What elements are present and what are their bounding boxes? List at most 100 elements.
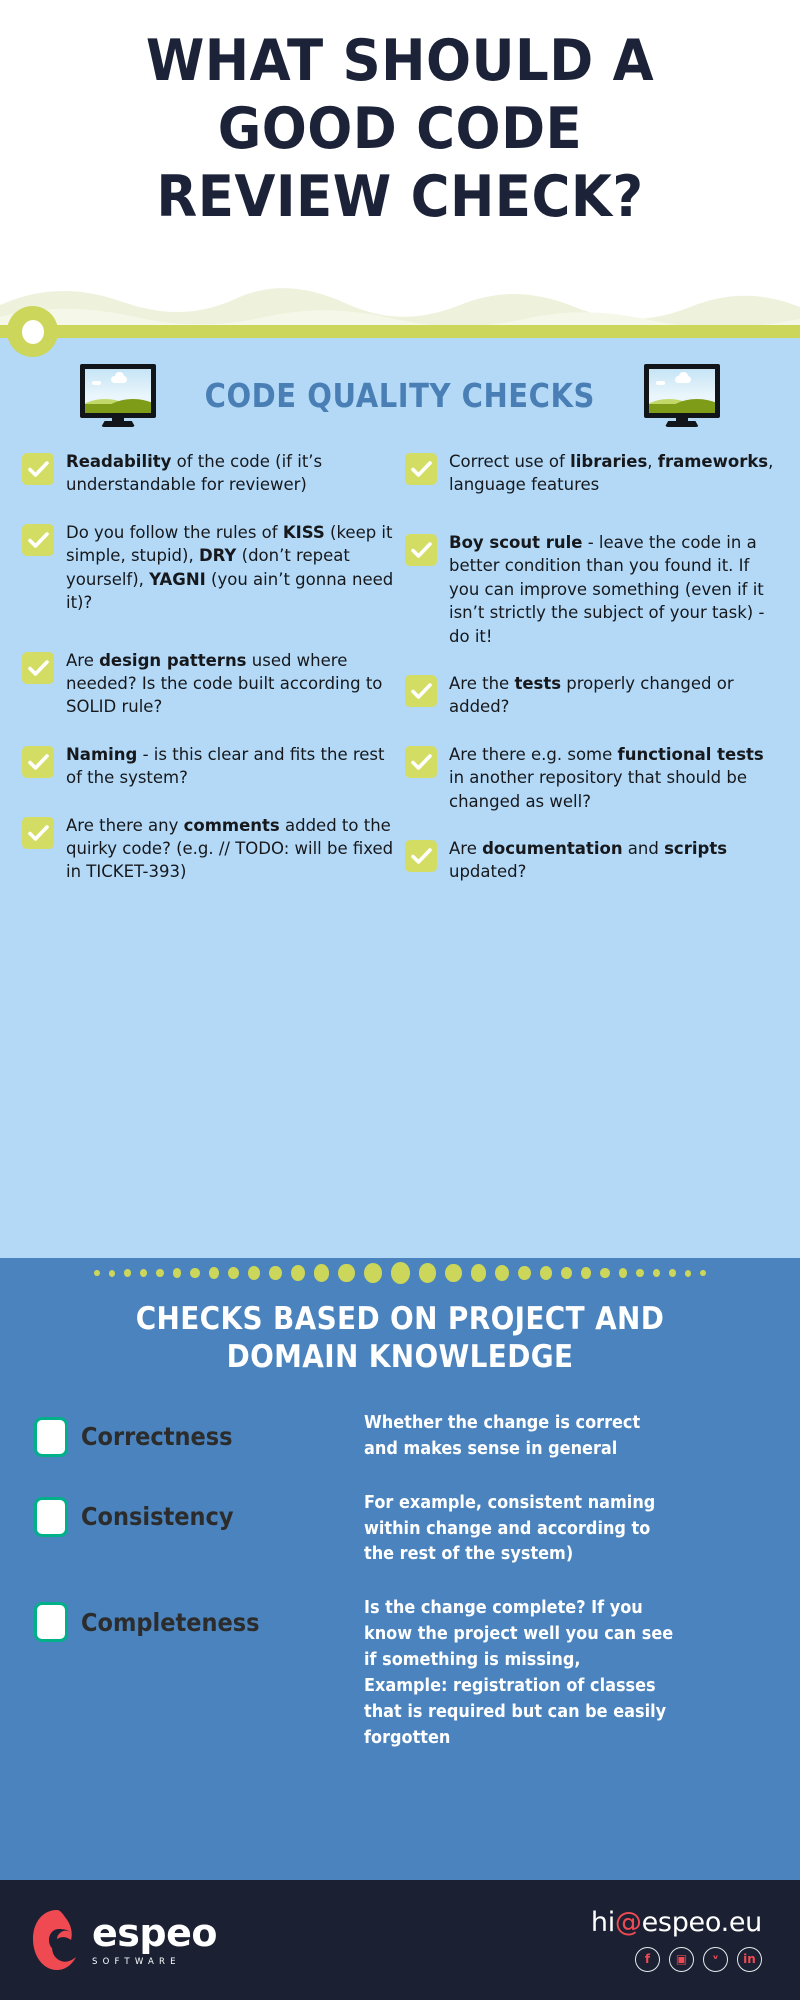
code-quality-section: CODE QUALITY CHECKS Readability of the c… <box>0 338 800 1258</box>
title-line-3: REVIEW CHECK? <box>156 163 644 230</box>
description-line: know the project well you can see <box>364 1624 674 1645</box>
body-text: Are there e.g. some <box>449 744 618 764</box>
code-quality-columns: Readability of the code (if it’s underst… <box>0 426 800 918</box>
check-item-text: Are design patterns used where needed? I… <box>66 649 395 719</box>
checkmark-icon[interactable] <box>22 453 54 485</box>
domain-check-row[interactable]: Consistency For example, consistent namin… <box>34 1485 766 1569</box>
body-text: and <box>622 839 665 859</box>
check-item[interactable]: Are there any comments added to the quir… <box>22 814 395 884</box>
check-item[interactable]: Are documentation and scripts updated? <box>405 837 778 884</box>
domain-check-description: For example, consistent naming within cha… <box>364 1485 655 1569</box>
body-text: , <box>647 452 658 471</box>
twitter-icon[interactable]: ᵛ <box>703 1946 728 1972</box>
checkmark-icon[interactable] <box>405 533 437 566</box>
check-item-text: Are there any comments added to the quir… <box>66 814 395 884</box>
divider-dot <box>581 1267 592 1279</box>
check-item[interactable]: Do you follow the rules of KISS (keep it… <box>22 521 395 615</box>
check-item-text: Are there e.g. some functional tests in … <box>449 743 778 813</box>
check-item[interactable]: Correct use of libraries, frameworks, la… <box>405 450 778 497</box>
check-item-text: Are the tests properly changed or added? <box>449 672 778 719</box>
emphasis-text: YAGNI <box>149 569 206 589</box>
emphasis-text: design patterns <box>99 650 247 670</box>
green-knob-icon <box>7 306 58 357</box>
check-item[interactable]: Boy scout rule - leave the code in a bet… <box>405 531 778 648</box>
emphasis-text: KISS <box>282 522 325 542</box>
domain-title-line-1: CHECKS BASED ON PROJECT AND <box>135 1301 665 1337</box>
divider-dot <box>600 1267 610 1279</box>
checkmark-icon[interactable] <box>405 745 437 778</box>
emphasis-text: libraries <box>570 452 648 471</box>
description-line: Is the change complete? If you <box>364 1598 643 1619</box>
description-line: if something is missing, <box>364 1650 581 1671</box>
domain-check-row[interactable]: Completeness Is the change complete? If y… <box>34 1590 766 1751</box>
divider-dot <box>390 1262 410 1284</box>
monitor-icon-left <box>80 364 157 427</box>
divider-dot <box>227 1266 239 1280</box>
body-text: updated? <box>449 862 527 882</box>
description-line: within change and according to <box>364 1518 651 1539</box>
divider-dot <box>636 1268 645 1278</box>
domain-title-line-2: DOMAIN KNOWLEDGE <box>226 1339 574 1376</box>
divider-dot <box>172 1268 182 1278</box>
empty-checkbox-icon[interactable] <box>34 1602 68 1643</box>
description-line: and makes sense in general <box>364 1438 618 1459</box>
infographic-page: WHAT SHOULD A GOOD CODE REVIEW CHECK? CO… <box>0 0 800 2000</box>
checkmark-icon[interactable] <box>405 674 437 707</box>
contact-block: hi@espeo.eu f ▣ ᵛ in <box>591 1909 762 1972</box>
email-at-symbol: @ <box>614 1906 642 1938</box>
title-line-1: WHAT SHOULD A <box>145 28 655 94</box>
check-item-text: Do you follow the rules of KISS (keep it… <box>66 521 395 615</box>
body-text: Are the <box>449 673 515 693</box>
check-item-text: Readability of the code (if it’s underst… <box>66 450 395 497</box>
checkmark-icon[interactable] <box>405 840 437 873</box>
check-item[interactable]: Are design patterns used where needed? I… <box>22 649 395 719</box>
code-quality-title: CODE QUALITY CHECKS <box>204 375 596 415</box>
check-item[interactable]: Naming - is this clear and fits the rest… <box>22 743 395 790</box>
domain-rows: Correctness Whether the change is correct… <box>0 1377 800 1752</box>
domain-check-left: Correctness <box>34 1405 364 1457</box>
emphasis-text: Naming <box>66 744 138 764</box>
divider-dot <box>618 1268 628 1278</box>
code-quality-right-column: Correct use of libraries, frameworks, la… <box>405 450 778 918</box>
title-line-2: GOOD CODE <box>217 95 583 162</box>
checkmark-icon[interactable] <box>22 816 54 849</box>
code-quality-left-column: Readability of the code (if it’s underst… <box>22 450 395 918</box>
divider-dot <box>247 1266 260 1280</box>
body-text: Are <box>66 650 100 670</box>
domain-check-description: Whether the change is correct and makes s… <box>364 1405 640 1463</box>
checkmark-icon[interactable] <box>22 523 54 556</box>
check-item[interactable]: Are the tests properly changed or added? <box>405 672 778 719</box>
checkmark-icon[interactable] <box>22 651 54 684</box>
linkedin-icon[interactable]: in <box>737 1946 762 1972</box>
emphasis-text: frameworks <box>657 452 769 471</box>
check-item-text: Are documentation and scripts updated? <box>449 837 778 884</box>
instagram-icon[interactable]: ▣ <box>669 1946 694 1972</box>
body-text: Are there any <box>66 815 184 835</box>
divider-dot <box>268 1265 282 1281</box>
emphasis-text: tests <box>514 673 562 693</box>
domain-check-left: Consistency <box>34 1485 364 1537</box>
checkmark-icon[interactable] <box>22 745 54 778</box>
contact-email[interactable]: hi@espeo.eu <box>591 1909 762 1936</box>
emphasis-text: scripts <box>664 839 728 859</box>
divider-dot <box>653 1269 661 1277</box>
emphasis-text: Boy scout rule <box>449 532 583 552</box>
check-item[interactable]: Readability of the code (if it’s underst… <box>22 450 395 497</box>
monitor-icon-right <box>643 364 720 427</box>
domain-check-row[interactable]: Correctness Whether the change is correct… <box>34 1405 766 1463</box>
check-item[interactable]: Are there e.g. some functional tests in … <box>405 743 778 813</box>
checkmark-icon[interactable] <box>405 453 437 485</box>
empty-checkbox-icon[interactable] <box>34 1496 68 1537</box>
espeo-logo[interactable]: espeo SOFTWARE <box>32 1909 217 1971</box>
espeo-logo-subtitle: SOFTWARE <box>92 1956 181 1967</box>
empty-checkbox-icon[interactable] <box>34 1416 68 1457</box>
divider-dot <box>93 1269 100 1277</box>
divider-dot <box>684 1269 692 1277</box>
divider-dot <box>445 1263 462 1283</box>
facebook-icon[interactable]: f <box>635 1946 660 1972</box>
code-quality-header: CODE QUALITY CHECKS <box>0 338 800 427</box>
divider-dot <box>418 1263 437 1283</box>
hero-section: WHAT SHOULD A GOOD CODE REVIEW CHECK? <box>0 0 800 290</box>
domain-check-label: Consistency <box>81 1502 234 1532</box>
emphasis-text: DRY <box>198 546 237 566</box>
